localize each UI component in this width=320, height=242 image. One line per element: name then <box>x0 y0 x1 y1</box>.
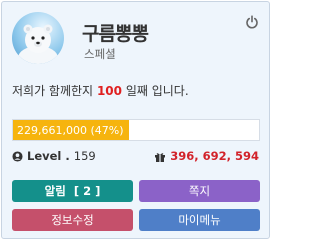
note-label: 쪽지 <box>188 184 211 198</box>
alarm-label: 알림 <box>44 184 66 198</box>
my-menu-button[interactable]: 마이메뉴 <box>139 209 260 231</box>
username: 구름뽕뽕 <box>82 23 149 45</box>
level-label: Level . <box>27 149 70 163</box>
membership-message: 저희가 함께한지 100 일째 입니다. <box>12 82 189 99</box>
avatar[interactable] <box>12 12 64 64</box>
info-edit-label: 정보수정 <box>51 213 94 227</box>
experience-label: 229,661,000 (47%) <box>17 124 124 137</box>
user-circle-icon <box>12 150 23 162</box>
membership-prefix: 저희가 함께한지 <box>12 84 94 98</box>
my-menu-label: 마이메뉴 <box>178 213 221 227</box>
experience-bar: 229,661,000 (47%) <box>12 119 260 141</box>
level-value: 159 <box>73 149 96 163</box>
alarm-button[interactable]: 알림 [ 2 ] <box>12 180 133 202</box>
alarm-count: [ 2 ] <box>73 184 101 198</box>
power-icon[interactable] <box>245 15 259 29</box>
user-profile-card: 구름뽕뽕 스페셜 저희가 함께한지 100 일째 입니다. 229,661,00… <box>1 1 270 239</box>
note-button[interactable]: 쪽지 <box>139 180 260 202</box>
points-value: 396, 692, 594 <box>170 149 259 163</box>
polar-bear-avatar-icon <box>18 24 58 64</box>
points-info: 396, 692, 594 <box>154 149 259 163</box>
membership-days: 100 <box>96 84 122 98</box>
gift-icon <box>155 152 166 162</box>
level-info: Level . 159 <box>12 149 96 163</box>
info-edit-button[interactable]: 정보수정 <box>12 209 133 231</box>
membership-suffix: 일째 입니다. <box>125 84 189 98</box>
user-rank: 스페셜 <box>84 47 116 61</box>
